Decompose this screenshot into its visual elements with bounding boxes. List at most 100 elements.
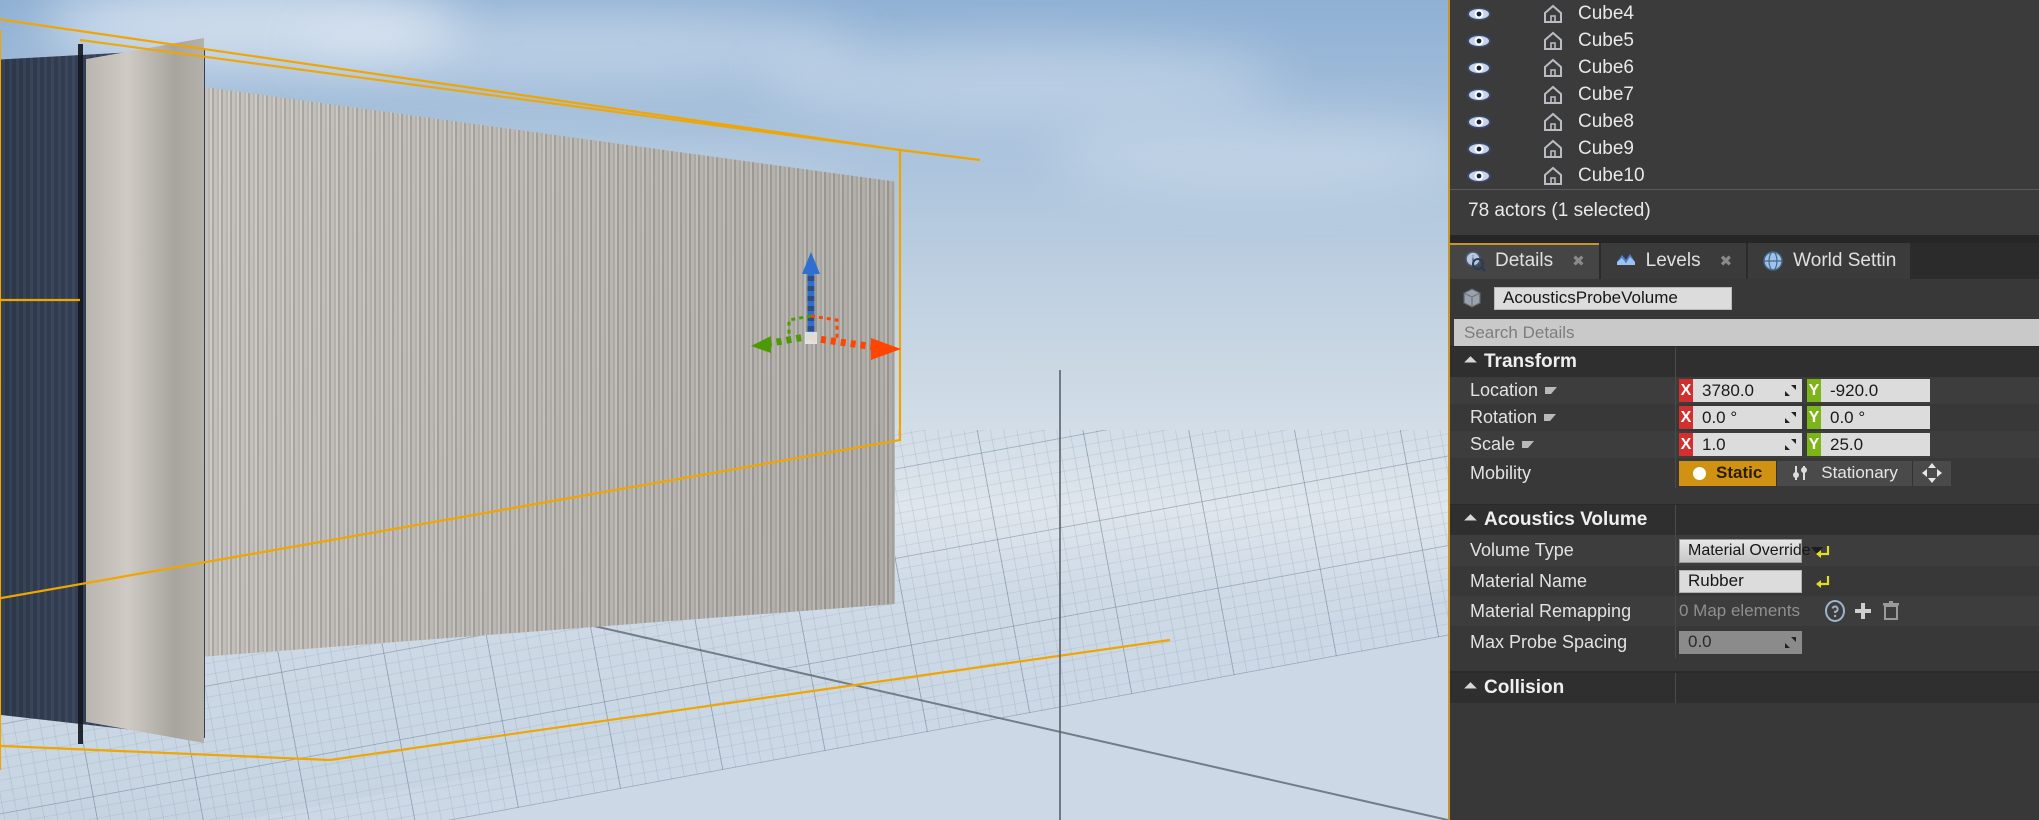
- outliner-item-label: Cube4: [1578, 2, 1634, 24]
- property-row-max-probe-spacing[interactable]: Max Probe Spacing 0.0: [1450, 626, 2039, 658]
- material-remapping-count: 0 Map elements: [1679, 601, 1800, 620]
- gizmo-z-axis: [802, 252, 820, 336]
- property-row-location[interactable]: Location X 3780.0 Y -920.0: [1450, 377, 2039, 404]
- chevron-down-icon[interactable]: [1544, 414, 1557, 421]
- eye-icon[interactable]: [1466, 87, 1492, 103]
- building-slab-groove: [78, 44, 83, 744]
- property-label-volume-type: Volume Type: [1470, 540, 1574, 560]
- outliner-item-label: Cube7: [1578, 83, 1634, 105]
- rotation-y[interactable]: Y 0.0 °: [1807, 406, 1930, 429]
- close-icon[interactable]: ✖: [1720, 252, 1733, 270]
- drag-spinner-icon[interactable]: [1785, 439, 1796, 450]
- location-x[interactable]: X 3780.0: [1679, 379, 1802, 402]
- stationary-slider-icon: [1793, 466, 1808, 480]
- eye-icon[interactable]: [1466, 60, 1492, 76]
- outliner-item-label: Cube9: [1578, 137, 1634, 159]
- outliner-row[interactable]: Cube9: [1450, 135, 2039, 162]
- property-row-rotation[interactable]: Rotation X 0.0 ° Y 0.0 °: [1450, 404, 2039, 431]
- tab-levels[interactable]: Levels ✖: [1600, 243, 1747, 279]
- world-globe-icon: [1763, 251, 1783, 271]
- world-outliner[interactable]: Cube4 Cube5 Cube6 Cube7 Cube8 Cube9 Cube…: [1450, 0, 2039, 235]
- actor-house-icon: [1544, 139, 1562, 158]
- actor-house-icon: [1544, 58, 1562, 77]
- axis-label-x: X: [1679, 406, 1693, 429]
- plus-icon[interactable]: [1851, 599, 1875, 623]
- mobility-option-movable[interactable]: [1912, 460, 1951, 486]
- property-row-material-name[interactable]: Material Name Rubber: [1450, 566, 2039, 596]
- static-dot-icon: [1693, 466, 1706, 480]
- details-panel[interactable]: AcousticsProbeVolume Search Details Tran…: [1450, 279, 2039, 820]
- property-row-scale[interactable]: Scale X 1.0 Y 25.0: [1450, 431, 2039, 458]
- panel-tab-strip[interactable]: i Details ✖ Levels ✖ World Settin: [1450, 243, 2039, 279]
- chevron-down-icon[interactable]: [1522, 441, 1535, 448]
- rotation-x-input[interactable]: 0.0 °: [1693, 406, 1802, 429]
- eye-icon[interactable]: [1466, 33, 1492, 49]
- outliner-row[interactable]: Cube8: [1450, 108, 2039, 135]
- outliner-row[interactable]: Cube6: [1450, 54, 2039, 81]
- tab-details[interactable]: i Details ✖: [1450, 243, 1599, 279]
- outliner-row[interactable]: Cube5: [1450, 27, 2039, 54]
- right-dock: Cube4 Cube5 Cube6 Cube7 Cube8 Cube9 Cube…: [1448, 0, 2039, 820]
- axis-label-y: Y: [1807, 379, 1821, 402]
- location-y[interactable]: Y -920.0: [1807, 379, 1930, 402]
- property-label-rotation: Rotation: [1450, 407, 1675, 428]
- scale-x[interactable]: X 1.0: [1679, 433, 1802, 456]
- actor-name-field[interactable]: AcousticsProbeVolume: [1494, 286, 1732, 310]
- scale-y-input[interactable]: 25.0: [1821, 433, 1930, 456]
- eye-icon[interactable]: [1466, 141, 1492, 157]
- property-row-material-remapping[interactable]: Material Remapping 0 Map elements: [1450, 596, 2039, 626]
- eye-icon[interactable]: [1466, 6, 1492, 22]
- actor-name-row[interactable]: AcousticsProbeVolume: [1450, 279, 2039, 317]
- rotation-y-input[interactable]: 0.0 °: [1821, 406, 1930, 429]
- max-probe-spacing-input[interactable]: 0.0: [1679, 630, 1802, 654]
- drag-spinner-icon[interactable]: [1785, 385, 1796, 396]
- property-row-mobility[interactable]: Mobility Static Stationary: [1450, 458, 2039, 488]
- property-label-location: Location: [1450, 380, 1675, 401]
- outliner-row[interactable]: Cube4: [1450, 0, 2039, 27]
- drag-spinner-icon[interactable]: [1785, 636, 1796, 648]
- mobility-option-stationary[interactable]: Stationary: [1777, 460, 1912, 486]
- revert-arrow-icon[interactable]: [1814, 572, 1832, 590]
- outliner-row[interactable]: Cube10: [1450, 162, 2039, 189]
- scale-x-input[interactable]: 1.0: [1693, 433, 1802, 456]
- scale-y[interactable]: Y 25.0: [1807, 433, 1930, 456]
- drag-spinner-icon[interactable]: [1785, 412, 1796, 423]
- section-header-acoustics-volume[interactable]: Acoustics Volume: [1450, 504, 2039, 535]
- search-details-input[interactable]: Search Details: [1454, 319, 2039, 346]
- location-y-input[interactable]: -920.0: [1821, 379, 1930, 402]
- tab-label: Details: [1495, 250, 1554, 271]
- volume-box-icon: [1463, 288, 1481, 308]
- actor-house-icon: [1544, 4, 1562, 23]
- section-header-transform[interactable]: Transform: [1450, 346, 2039, 377]
- volume-type-dropdown[interactable]: Material Override: [1679, 538, 1823, 563]
- property-row-volume-type[interactable]: Volume Type Material Override: [1450, 535, 2039, 566]
- section-title: Acoustics Volume: [1484, 509, 1648, 530]
- eye-icon[interactable]: [1466, 168, 1492, 184]
- rotation-x[interactable]: X 0.0 °: [1679, 406, 1802, 429]
- property-label-scale: Scale: [1450, 434, 1675, 455]
- section-title: Collision: [1484, 677, 1565, 698]
- building-slab-light[interactable]: [86, 38, 204, 743]
- material-name-input[interactable]: Rubber: [1679, 569, 1802, 593]
- chevron-down-icon[interactable]: [1545, 387, 1558, 394]
- close-icon[interactable]: ✖: [1572, 252, 1585, 270]
- eye-icon[interactable]: [1466, 114, 1492, 130]
- actor-house-icon: [1544, 112, 1562, 131]
- trash-icon[interactable]: [1879, 599, 1903, 623]
- tab-label: World Settin: [1793, 250, 1897, 271]
- tab-label: Levels: [1645, 250, 1701, 271]
- levels-icon: [1616, 254, 1635, 265]
- mobility-option-static[interactable]: Static: [1679, 460, 1777, 486]
- level-viewport[interactable]: [0, 0, 1448, 820]
- property-label-material-remapping: Material Remapping: [1470, 600, 1632, 621]
- transform-gizmo[interactable]: [745, 248, 935, 388]
- outliner-row[interactable]: Cube7: [1450, 81, 2039, 108]
- location-x-input[interactable]: 3780.0: [1693, 379, 1802, 402]
- help-circle-icon[interactable]: [1823, 599, 1847, 623]
- actor-house-icon: [1544, 166, 1562, 185]
- revert-arrow-icon[interactable]: [1814, 542, 1832, 560]
- tab-world-settin[interactable]: World Settin: [1748, 243, 1911, 279]
- chevron-down-icon: [1464, 681, 1477, 695]
- section-header-collision[interactable]: Collision: [1450, 672, 2039, 703]
- chevron-down-icon: [1464, 355, 1477, 369]
